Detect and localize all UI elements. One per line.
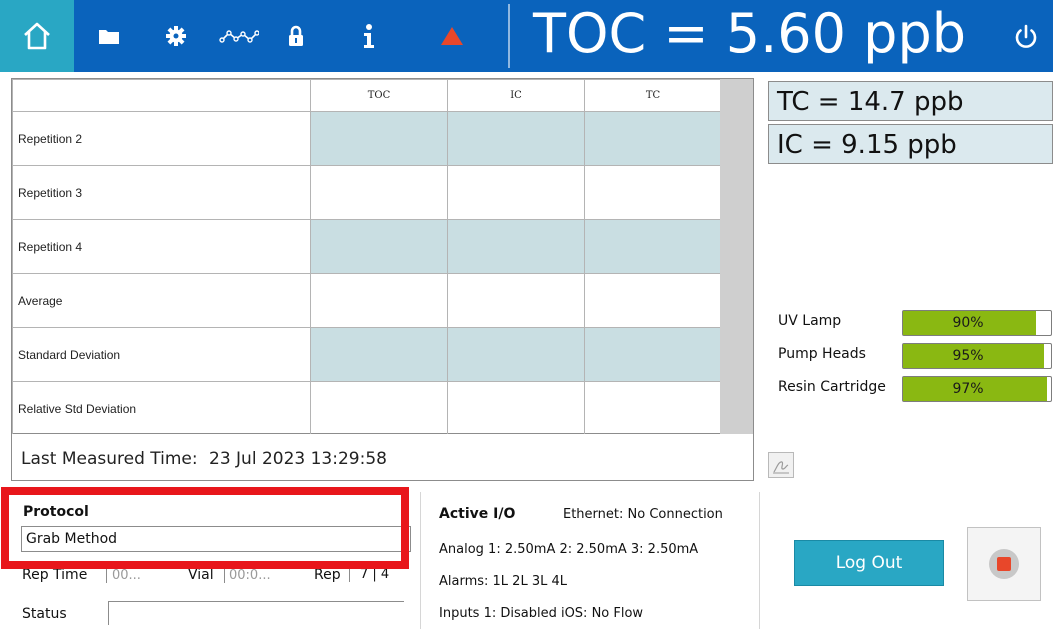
consumable-uv-lamp: UV Lamp 90% [778, 310, 1053, 336]
alarm-button[interactable] [438, 22, 466, 50]
last-measured-label: Last Measured Time: [21, 449, 198, 469]
table-row: Repetition 3 [12, 165, 722, 220]
trend-button[interactable] [216, 22, 262, 50]
tc-cell [584, 219, 722, 274]
power-button[interactable] [1011, 22, 1041, 52]
protocol-highlight-box [1, 487, 409, 569]
ic-cell [447, 273, 585, 328]
trend-icon [219, 30, 259, 43]
row-label: Relative Std Deviation [12, 381, 311, 436]
top-nav-bar: TOC = 5.60 ppb [0, 0, 1053, 72]
toc-cell [310, 111, 448, 166]
toc-analyzer-screen: TOC = 5.60 ppb TOC IC TC Repetition 2 Re… [0, 0, 1053, 629]
consumable-bar: 90% [902, 310, 1052, 336]
table-row: Repetition 4 [12, 219, 722, 274]
alarm-triangle-icon [441, 27, 463, 45]
stop-button[interactable] [967, 527, 1041, 601]
table-row: Standard Deviation [12, 327, 722, 382]
toc-cell [310, 165, 448, 220]
last-measured-time: Last Measured Time: 23 Jul 2023 13:29:58 [11, 434, 754, 481]
toc-cell [310, 327, 448, 382]
ic-cell [447, 219, 585, 274]
lock-button[interactable] [284, 22, 308, 50]
analog-status: Analog 1: 2.50mA 2: 2.50mA 3: 2.50mA [439, 542, 699, 557]
alarms-status: Alarms: 1L 2L 3L 4L [439, 574, 567, 589]
tc-cell [584, 165, 722, 220]
toc-cell [310, 219, 448, 274]
ic-cell [447, 111, 585, 166]
rep-value: 7 | 4 [349, 567, 389, 582]
column-header-ic: IC [447, 79, 585, 112]
folder-button[interactable] [94, 22, 124, 50]
results-table: TOC IC TC Repetition 2 Repetition 3 Repe… [11, 78, 754, 436]
tc-readout: TC = 14.7 ppb [768, 81, 1053, 121]
consumable-percent: 97% [952, 381, 984, 397]
column-header-tc: TC [584, 79, 722, 112]
row-label: Standard Deviation [12, 327, 311, 382]
row-label: Repetition 3 [12, 165, 311, 220]
rep-label: Rep [314, 567, 341, 583]
ic-cell [447, 165, 585, 220]
folder-icon [99, 30, 119, 44]
toc-cell [310, 381, 448, 436]
consumable-label: Resin Cartridge [778, 379, 886, 395]
rep-time-value: 00... [106, 568, 141, 583]
consumable-label: UV Lamp [778, 313, 842, 329]
home-icon [24, 22, 50, 50]
vial-value: 00:0... [224, 568, 271, 583]
vial-label: Vial [188, 567, 214, 583]
consumable-label: Pump Heads [778, 346, 866, 362]
inputs-status: Inputs 1: Disabled iOS: No Flow [439, 606, 644, 621]
consumable-pump-heads: Pump Heads 95% [778, 343, 1053, 369]
consumable-percent: 95% [952, 348, 984, 364]
topbar-divider [508, 4, 510, 68]
table-row: Repetition 2 [12, 111, 722, 166]
column-header-toc: TOC [310, 79, 448, 112]
ic-readout: IC = 9.15 ppb [768, 124, 1053, 164]
tc-cell [584, 327, 722, 382]
consumable-resin-cartridge: Resin Cartridge 97% [778, 376, 1053, 402]
consumable-percent: 90% [952, 315, 984, 331]
tc-cell [584, 381, 722, 436]
ethernet-status: Ethernet: No Connection [563, 507, 723, 522]
status-label: Status [22, 606, 67, 622]
signature-button[interactable] [768, 452, 794, 478]
row-label: Repetition 2 [12, 111, 311, 166]
consumable-bar: 97% [902, 376, 1052, 402]
header-blank-cell [12, 79, 311, 112]
table-row: Relative Std Deviation [12, 381, 722, 436]
row-label: Repetition 4 [12, 219, 311, 274]
ic-cell [447, 327, 585, 382]
gear-icon [166, 26, 186, 46]
log-out-button[interactable]: Log Out [794, 540, 944, 586]
home-button[interactable] [0, 0, 74, 72]
rep-time-label: Rep Time [22, 567, 88, 583]
tc-cell [584, 273, 722, 328]
ic-cell [447, 381, 585, 436]
table-scrollbar[interactable] [720, 79, 753, 435]
table-header-row: TOC IC TC [12, 79, 722, 112]
signature-icon [773, 461, 789, 474]
last-measured-value: 23 Jul 2023 13:29:58 [209, 449, 387, 469]
consumable-bar: 95% [902, 343, 1052, 369]
table-row: Average [12, 273, 722, 328]
toc-reading: TOC = 5.60 ppb [533, 2, 967, 65]
lock-icon [289, 25, 303, 46]
active-io-title: Active I/O [439, 506, 516, 522]
status-field [108, 601, 404, 625]
stop-icon [989, 549, 1019, 579]
row-label: Average [12, 273, 311, 328]
toc-cell [310, 273, 448, 328]
power-icon [1015, 24, 1037, 48]
active-io-panel: Active I/O Ethernet: No Connection Analo… [420, 492, 760, 629]
tc-cell [584, 111, 722, 166]
info-button[interactable] [357, 22, 381, 50]
info-icon [364, 24, 374, 48]
settings-button[interactable] [161, 22, 191, 50]
